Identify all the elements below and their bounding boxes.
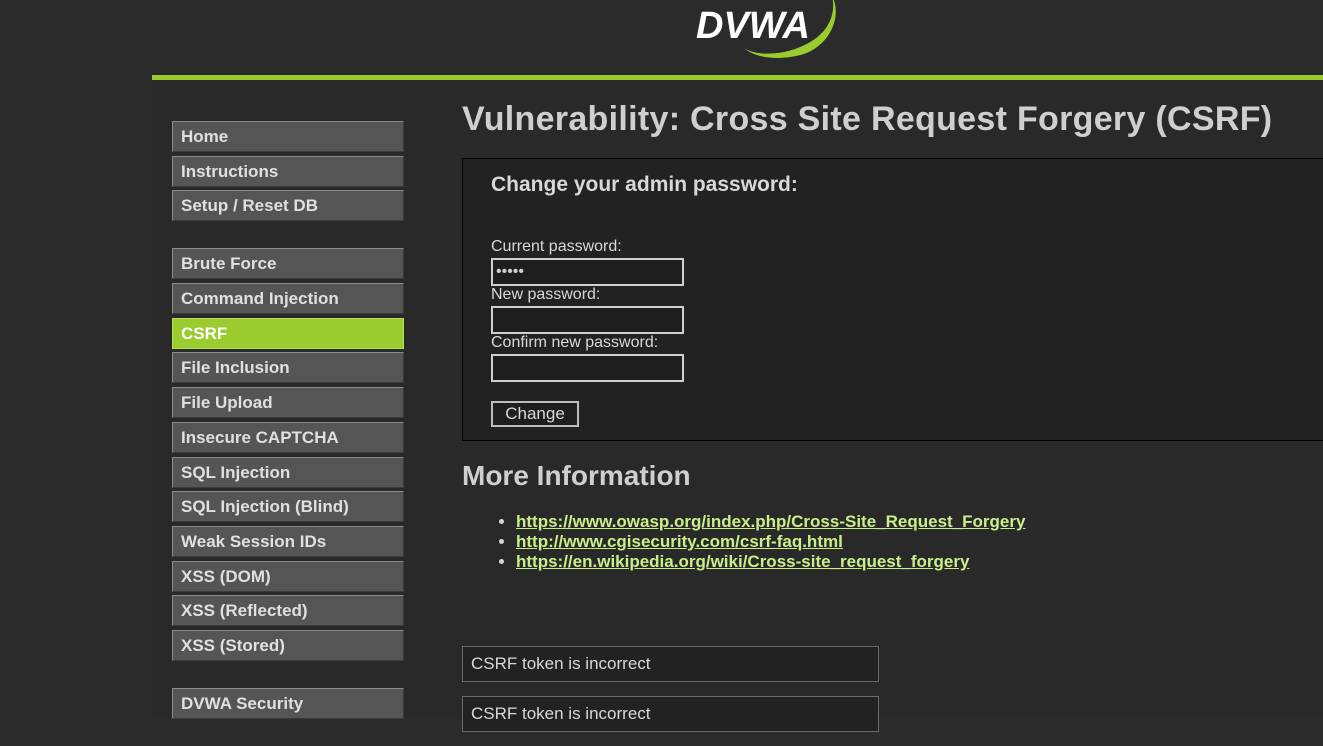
- reference-links: https://www.owasp.org/index.php/Cross-Si…: [498, 512, 1025, 572]
- page-title: Vulnerability: Cross Site Request Forger…: [462, 100, 1273, 138]
- header: DVWA: [152, 0, 1323, 80]
- sidebar-item-home[interactable]: Home: [172, 121, 404, 152]
- more-information-heading: More Information: [462, 460, 691, 491]
- confirm-password-input[interactable]: [491, 354, 684, 382]
- sidebar-item-insecure-captcha[interactable]: Insecure CAPTCHA: [172, 421, 404, 453]
- new-password-label: New password:: [491, 286, 601, 303]
- sidebar-item-weak-session-ids[interactable]: Weak Session IDs: [172, 525, 404, 557]
- sidebar-item-instructions[interactable]: Instructions: [172, 155, 404, 187]
- sidebar-item-setup-reset-db[interactable]: Setup / Reset DB: [172, 190, 404, 222]
- form-title: Change your admin password:: [491, 173, 798, 196]
- menu-group: Home Instructions Setup / Reset DB: [172, 121, 404, 222]
- sidebar-item-dvwa-security[interactable]: DVWA Security: [172, 687, 404, 719]
- sidebar-item-xss-dom[interactable]: XSS (DOM): [172, 560, 404, 592]
- cgisecurity-link[interactable]: http://www.cgisecurity.com/csrf-faq.html: [516, 532, 843, 551]
- sidebar-item-file-upload[interactable]: File Upload: [172, 387, 404, 419]
- sidebar-item-sql-injection[interactable]: SQL Injection: [172, 456, 404, 488]
- confirm-password-label: Confirm new password:: [491, 334, 659, 351]
- main-content: Vulnerability: Cross Site Request Forger…: [462, 100, 1323, 732]
- current-password-input[interactable]: [491, 258, 684, 286]
- new-password-input[interactable]: [491, 306, 684, 334]
- page-wrapper: DVWA Home Instructions Setup / Reset DB Bru…: [152, 0, 1323, 732]
- sidebar-item-file-inclusion[interactable]: File Inclusion: [172, 352, 404, 384]
- current-password-label: Current password:: [491, 238, 622, 255]
- menu-group: Brute Force Command Injection CSRF File Inc…: [172, 248, 404, 661]
- list-item: http://www.cgisecurity.com/csrf-faq.html: [516, 532, 1025, 552]
- sidebar-item-csrf[interactable]: CSRF: [172, 317, 404, 349]
- error-message: CSRF token is incorrect: [462, 696, 879, 732]
- sidebar-item-sql-injection-blind[interactable]: SQL Injection (Blind): [172, 491, 404, 523]
- sidebar-item-xss-reflected[interactable]: XSS (Reflected): [172, 595, 404, 627]
- wikipedia-link[interactable]: https://en.wikipedia.org/wiki/Cross-site…: [516, 552, 969, 571]
- change-password-form: Change your admin password: Current pass…: [462, 158, 1323, 441]
- error-message: CSRF token is incorrect: [462, 646, 879, 682]
- list-item: https://en.wikipedia.org/wiki/Cross-site…: [516, 552, 1025, 572]
- dvwa-logo: DVWA: [696, 0, 836, 58]
- sidebar-item-xss-stored[interactable]: XSS (Stored): [172, 629, 404, 661]
- menu-group: DVWA Security: [172, 687, 404, 719]
- sidebar-item-command-injection[interactable]: Command Injection: [172, 283, 404, 315]
- list-item: https://www.owasp.org/index.php/Cross-Si…: [516, 512, 1025, 532]
- change-button[interactable]: Change: [491, 401, 579, 427]
- sidebar-item-brute-force[interactable]: Brute Force: [172, 248, 404, 280]
- sidebar-menu: Home Instructions Setup / Reset DB Brute Fo…: [172, 121, 404, 746]
- logo-text: DVWA: [696, 5, 810, 47]
- owasp-link[interactable]: https://www.owasp.org/index.php/Cross-Si…: [516, 512, 1025, 531]
